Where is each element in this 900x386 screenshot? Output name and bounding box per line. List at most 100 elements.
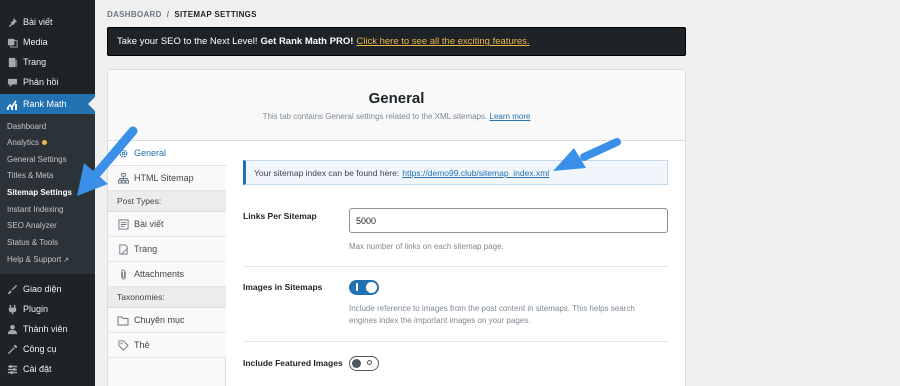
breadcrumb: DASHBOARD / SITEMAP SETTINGS: [107, 10, 257, 19]
tab-tags[interactable]: Thẻ: [108, 333, 226, 358]
settings-icon: [5, 362, 19, 376]
sitemap-index-notice: Your sitemap index can be found here: ht…: [243, 160, 668, 185]
images-in-sitemaps-toggle[interactable]: [349, 280, 379, 295]
submenu-label: Analytics: [7, 138, 40, 147]
tab-group-post-types: Post Types:: [108, 191, 226, 212]
sitemap-index-link[interactable]: https://demo99.club/sitemap_index.xml: [402, 168, 549, 178]
tab-label: HTML Sitemap: [134, 173, 194, 183]
tab-html-sitemap[interactable]: HTML Sitemap: [108, 166, 226, 191]
toggle-knob: [366, 282, 377, 293]
sidebar-item-posts[interactable]: Bài viết: [0, 12, 95, 32]
submenu-label: General Settings: [7, 155, 67, 164]
submenu-label: Help & Support: [7, 255, 62, 264]
pin-icon: [5, 15, 19, 29]
sidebar-item-rank-math[interactable]: Rank Math: [0, 94, 95, 114]
breadcrumb-separator: [169, 10, 172, 19]
tab-group-label: Post Types:: [117, 196, 162, 206]
tab-group-label: Taxonomies:: [117, 292, 165, 302]
comment-icon: [5, 75, 19, 89]
paperclip-icon: [117, 268, 129, 280]
gear-icon: [117, 147, 129, 159]
submenu-help-support[interactable]: Help & Support ↗: [7, 254, 69, 266]
page-icon: [117, 243, 129, 255]
tab-group-taxonomies: Taxonomies:: [108, 287, 226, 308]
sidebar-item-plugins[interactable]: Plugin: [0, 299, 95, 319]
sidebar-item-label: Giao diện: [23, 284, 62, 294]
sidebar-item-label: Media: [23, 37, 48, 47]
sidebar-item-label: Công cụ: [23, 344, 57, 354]
notice-text: Your sitemap index can be found here:: [254, 167, 400, 178]
tab-general[interactable]: General: [108, 141, 227, 166]
links-per-sitemap-input[interactable]: [349, 208, 668, 233]
tag-icon: [117, 339, 129, 351]
toggle-on-mark-icon: [356, 283, 358, 291]
sidebar-item-label: Cài đặt: [23, 364, 52, 374]
user-icon: [5, 322, 19, 336]
external-link-icon: ↗: [63, 257, 70, 264]
media-icon: [5, 35, 19, 49]
learn-more-link[interactable]: Learn more: [490, 112, 531, 121]
document-icon: [117, 218, 129, 230]
sidebar-item-pages[interactable]: Trang: [0, 52, 95, 72]
submenu-label: Titles & Meta: [7, 171, 54, 180]
tab-label: Thẻ: [134, 340, 150, 350]
sidebar-item-label: Bài viết: [23, 17, 53, 27]
submenu-sitemap-settings[interactable]: Sitemap Settings: [7, 187, 72, 199]
admin-sidebar: Bài viết Media Trang Phản hồi Rank Math …: [0, 0, 95, 386]
active-indicator: [88, 97, 95, 111]
sidebar-item-tools[interactable]: Công cụ: [0, 339, 95, 359]
panel-description: This tab contains General settings relat…: [108, 112, 685, 121]
sidebar-item-settings[interactable]: Cài đặt: [0, 359, 95, 379]
sidebar-item-comments[interactable]: Phản hồi: [0, 72, 95, 92]
promo-banner: Take your SEO to the Next Level! Get Ran…: [107, 27, 686, 56]
toggle-knob: [352, 359, 361, 368]
submenu-analytics[interactable]: Analytics: [7, 137, 48, 149]
sitemap-icon: [117, 172, 129, 184]
sidebar-item-label: Plugin: [23, 304, 49, 314]
sidebar-item-appearance[interactable]: Giao diện: [0, 279, 95, 299]
promo-text: Take your SEO to the Next Level!: [117, 36, 258, 47]
sidebar-item-label: Thành viên: [23, 324, 68, 334]
panel-description-text: This tab contains General settings relat…: [262, 112, 488, 121]
tab-label: Chuyên mục: [134, 315, 185, 325]
page-icon: [5, 55, 19, 69]
promo-link[interactable]: Click here to see all the exciting featu…: [356, 36, 529, 47]
panel-title: General: [368, 90, 425, 107]
tab-attachments[interactable]: Attachments: [108, 262, 226, 287]
submenu-status-tools[interactable]: Status & Tools: [7, 237, 58, 249]
submenu-dashboard[interactable]: Dashboard: [7, 121, 46, 133]
sidebar-item-users[interactable]: Thành viên: [0, 319, 95, 339]
sidebar-item-label: Trang: [23, 57, 47, 67]
plugin-icon: [5, 302, 19, 316]
tab-posts[interactable]: Bài viết: [108, 212, 226, 237]
submenu-label: SEO Analyzer: [7, 221, 57, 230]
submenu-seo-analyzer[interactable]: SEO Analyzer: [7, 220, 57, 232]
submenu-general-settings[interactable]: General Settings: [7, 154, 67, 166]
rank-math-submenu: Dashboard Analytics General Settings Tit…: [0, 114, 95, 274]
tab-label: Trang: [134, 244, 158, 254]
submenu-label: Sitemap Settings: [7, 188, 72, 197]
wrench-icon: [5, 342, 19, 356]
breadcrumb-dashboard-link[interactable]: DASHBOARD: [107, 10, 162, 19]
tab-categories[interactable]: Chuyên mục: [108, 308, 226, 333]
tab-label: Attachments: [134, 269, 185, 279]
sidebar-item-label: Rank Math: [23, 99, 67, 109]
status-dot-icon: [42, 140, 48, 146]
settings-tabs: General HTML Sitemap Post Types: Bài viế…: [108, 141, 227, 386]
submenu-instant-indexing[interactable]: Instant Indexing: [7, 204, 63, 216]
sidebar-item-media[interactable]: Media: [0, 32, 95, 52]
brush-icon: [5, 282, 19, 296]
include-featured-images-toggle[interactable]: [349, 356, 379, 371]
promo-bold-text: Get Rank Math PRO!: [260, 36, 354, 47]
sidebar-item-label: Phản hồi: [23, 77, 59, 87]
tab-pages[interactable]: Trang: [108, 237, 226, 262]
submenu-titles-meta[interactable]: Titles & Meta: [7, 170, 53, 182]
folder-icon: [117, 314, 129, 326]
tab-label: Bài viết: [134, 219, 164, 229]
panel-header: General This tab contains General settin…: [108, 70, 685, 141]
submenu-label: Dashboard: [7, 122, 47, 131]
submenu-label: Status & Tools: [7, 238, 58, 247]
submenu-label: Instant Indexing: [7, 205, 64, 214]
rank-math-icon: [5, 97, 19, 111]
breadcrumb-current: SITEMAP SETTINGS: [174, 10, 257, 19]
